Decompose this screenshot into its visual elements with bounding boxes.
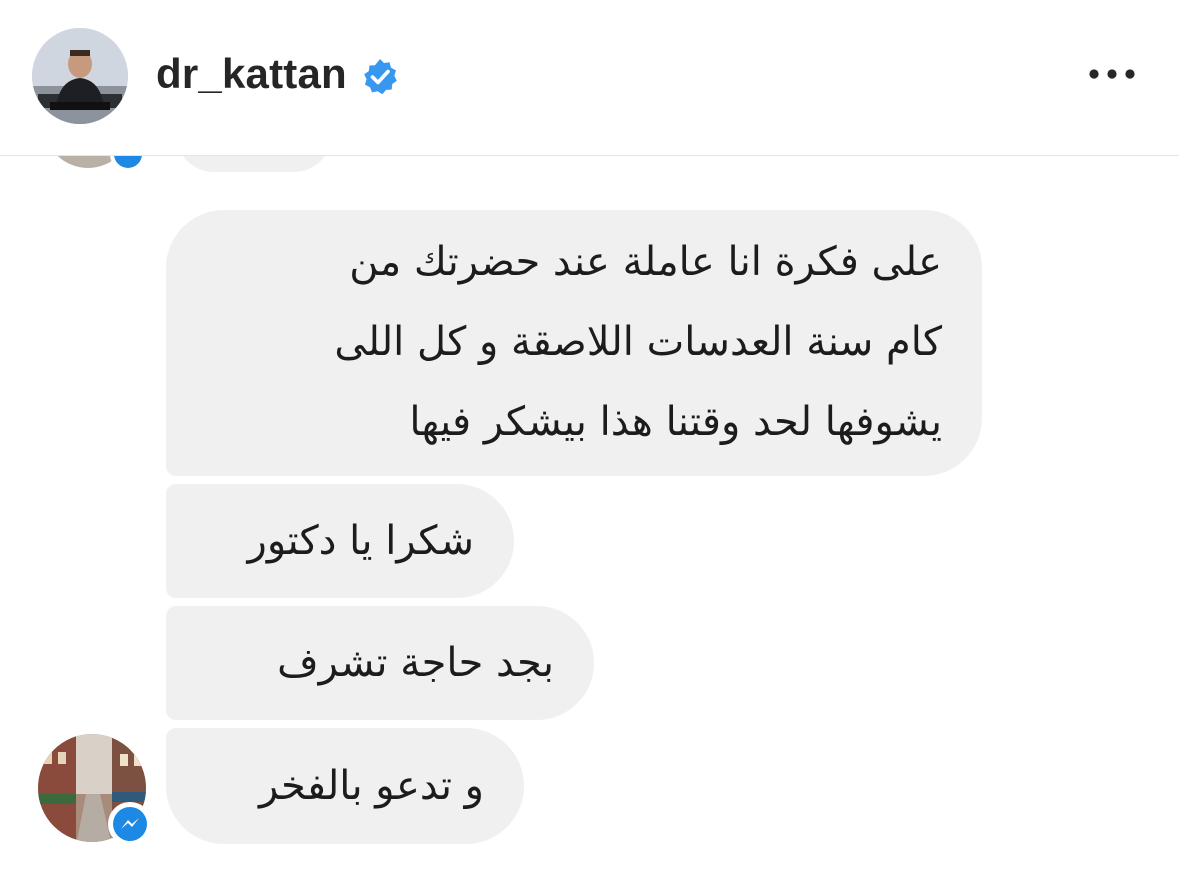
- message-line: بجد حاجة تشرف: [277, 640, 554, 686]
- message-bubble: على فكرة انا عاملة عند حضرتك من كام سنة …: [166, 210, 982, 476]
- sender-avatar-icon[interactable]: [38, 734, 150, 846]
- message-line: على فكرة انا عاملة عند حضرتك من: [349, 239, 942, 285]
- message-line: و تدعو بالفخر: [258, 763, 484, 809]
- message-line: شكرا يا دكتور: [247, 518, 474, 564]
- message-line: كام سنة العدسات اللاصقة و كل اللى: [334, 319, 942, 365]
- message-bubble: شكرا يا دكتور: [166, 484, 514, 598]
- previous-sender-avatar-icon: [57, 156, 144, 172]
- profile-avatar-icon[interactable]: [32, 28, 128, 124]
- previous-message-bubble: [176, 156, 332, 172]
- message-bubble: و تدعو بالفخر: [166, 728, 524, 844]
- username[interactable]: dr_kattan: [156, 48, 347, 100]
- verified-badge-icon: [364, 59, 397, 95]
- chat-header: dr_kattan: [0, 0, 1179, 156]
- message-thread: على فكرة انا عاملة عند حضرتك من كام سنة …: [0, 156, 1179, 890]
- message-bubble: بجد حاجة تشرف: [166, 606, 594, 720]
- more-horizontal-icon[interactable]: [1080, 54, 1144, 94]
- message-line: يشوفها لحد وقتنا هذا بيشكر فيها: [409, 399, 942, 445]
